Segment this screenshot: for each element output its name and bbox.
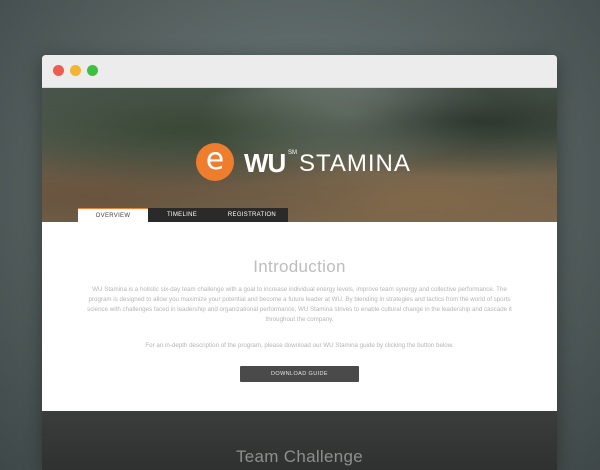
tab-registration[interactable]: REGISTRATION	[216, 208, 288, 222]
logo-service-mark: SM	[288, 150, 297, 156]
tab-bar: OVERVIEW TIMELINE REGISTRATION	[78, 208, 288, 222]
tab-timeline[interactable]: TIMELINE	[148, 208, 216, 222]
close-window-button[interactable]	[53, 65, 64, 76]
tab-overview[interactable]: OVERVIEW	[78, 208, 148, 222]
download-guide-button[interactable]: DOWNLOAD GUIDE	[240, 366, 359, 382]
team-challenge-title: Team Challenge	[235, 447, 364, 466]
team-challenge-section: Team Challenge	[42, 411, 557, 470]
minimize-window-button[interactable]	[70, 65, 81, 76]
browser-window: e WU SM STAMINA OVERVIEW TIMELINE REGIST…	[42, 55, 557, 470]
logo-brand: WU	[244, 148, 286, 178]
introduction-title: Introduction	[253, 257, 346, 276]
window-titlebar	[42, 55, 557, 88]
logo-e-icon: e	[196, 143, 234, 181]
download-instruction-text: For an in-depth description of the progr…	[145, 342, 454, 349]
introduction-paragraph: WU Stamina is a holistic six-day team ch…	[87, 286, 512, 323]
logo-product: STAMINA	[299, 150, 411, 177]
hero-banner: e WU SM STAMINA	[42, 88, 557, 222]
maximize-window-button[interactable]	[87, 65, 98, 76]
introduction-section: Introduction WU Stamina is a holistic si…	[42, 222, 557, 411]
